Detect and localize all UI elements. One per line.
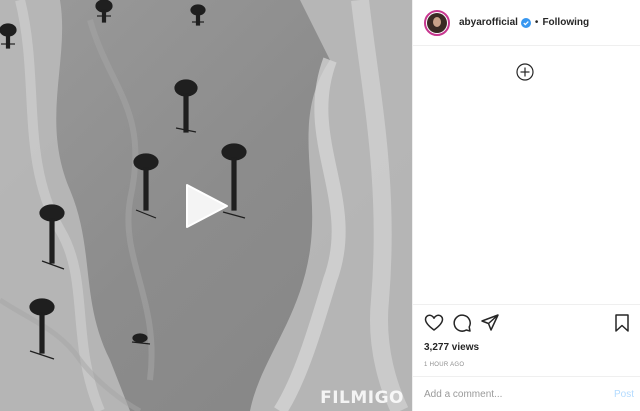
comments-area [413,46,640,304]
post-side-panel: abyarofficial • Following 3,277 views 1 … [412,0,640,411]
plus-circle-icon[interactable] [516,63,534,81]
post-timestamp[interactable]: 1 HOUR AGO [413,356,640,376]
filmigo-watermark: FILMIGO [320,388,404,408]
view-count[interactable]: 3,277 views [413,340,640,356]
avatar-image [427,12,447,33]
share-icon[interactable] [480,313,500,333]
post-header: abyarofficial • Following [413,0,640,46]
separator-dot: • [534,17,539,28]
avatar[interactable] [424,9,450,36]
following-button[interactable]: Following [542,17,589,28]
verified-badge-icon [520,17,531,28]
username-link[interactable]: abyarofficial [459,17,518,28]
post-comment-button[interactable]: Post [614,389,634,400]
play-icon[interactable] [183,183,229,229]
instagram-post: FILMIGO abyarofficial • Following 3,277 … [0,0,640,411]
heart-icon[interactable] [424,313,444,333]
bookmark-icon[interactable] [612,313,632,333]
action-bar [413,304,640,340]
comment-input[interactable] [424,388,614,400]
comment-icon[interactable] [452,313,472,333]
video-player[interactable]: FILMIGO [0,0,412,411]
comment-bar: Post [413,376,640,411]
